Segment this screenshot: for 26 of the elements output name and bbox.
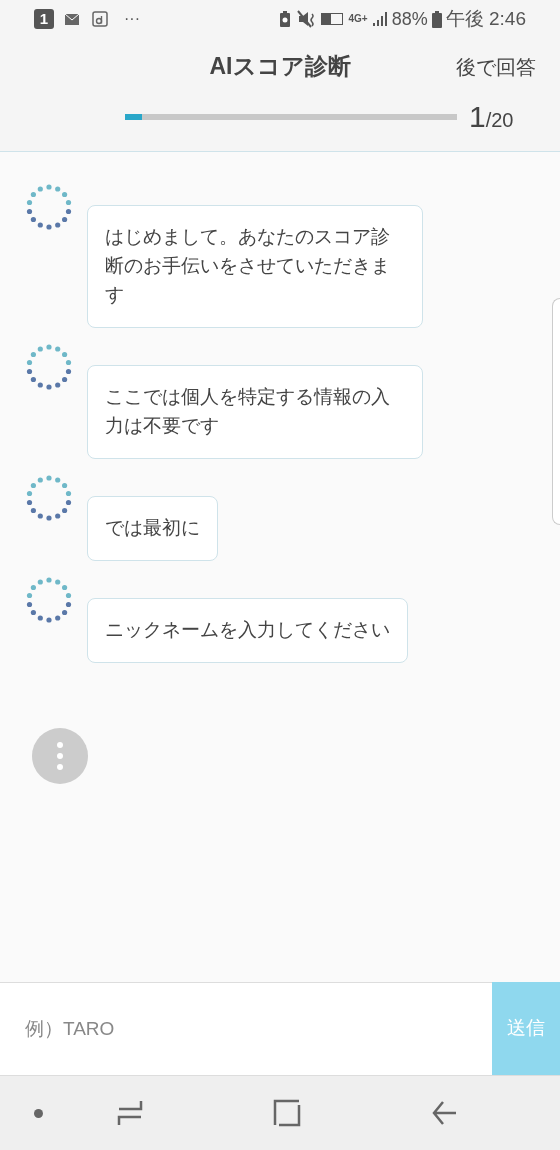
bot-avatar-icon <box>25 183 73 231</box>
battery-saver-icon <box>278 10 291 28</box>
bot-avatar-icon <box>25 343 73 391</box>
chat-bubble: ここでは個人を特定する情報の入力は不要です <box>87 365 423 459</box>
battery-percent: 88% <box>391 7 428 31</box>
clock: 午後 2:46 <box>445 6 526 31</box>
d-app-icon <box>92 11 108 27</box>
back-icon[interactable] <box>431 1099 457 1127</box>
nickname-input[interactable]: 例）TARO <box>0 982 492 1075</box>
chat-bubble: はじめまして。あなたのスコア診断のお手伝いをさせていただきます <box>87 205 423 328</box>
chat-bubble: ニックネームを入力してください <box>87 598 408 663</box>
network-type: 4G+ <box>348 14 368 24</box>
recent-apps-icon[interactable] <box>117 1099 143 1127</box>
more-notifications: ··· <box>124 9 140 29</box>
notification-badge: 1 <box>34 9 54 29</box>
signal-icon <box>371 11 388 27</box>
home-icon[interactable] <box>273 1099 301 1127</box>
page-title: AIスコア診断 <box>209 51 351 81</box>
answer-later-button[interactable]: 後で回答 <box>456 52 536 82</box>
bot-avatar-icon <box>25 576 73 624</box>
chat-bubble: では最初に <box>87 496 218 561</box>
mute-icon <box>296 10 317 28</box>
bot-avatar-icon <box>25 474 73 522</box>
battery-icon <box>431 10 442 28</box>
progress-counter: 1/20 <box>469 99 514 135</box>
mail-icon <box>64 12 80 26</box>
